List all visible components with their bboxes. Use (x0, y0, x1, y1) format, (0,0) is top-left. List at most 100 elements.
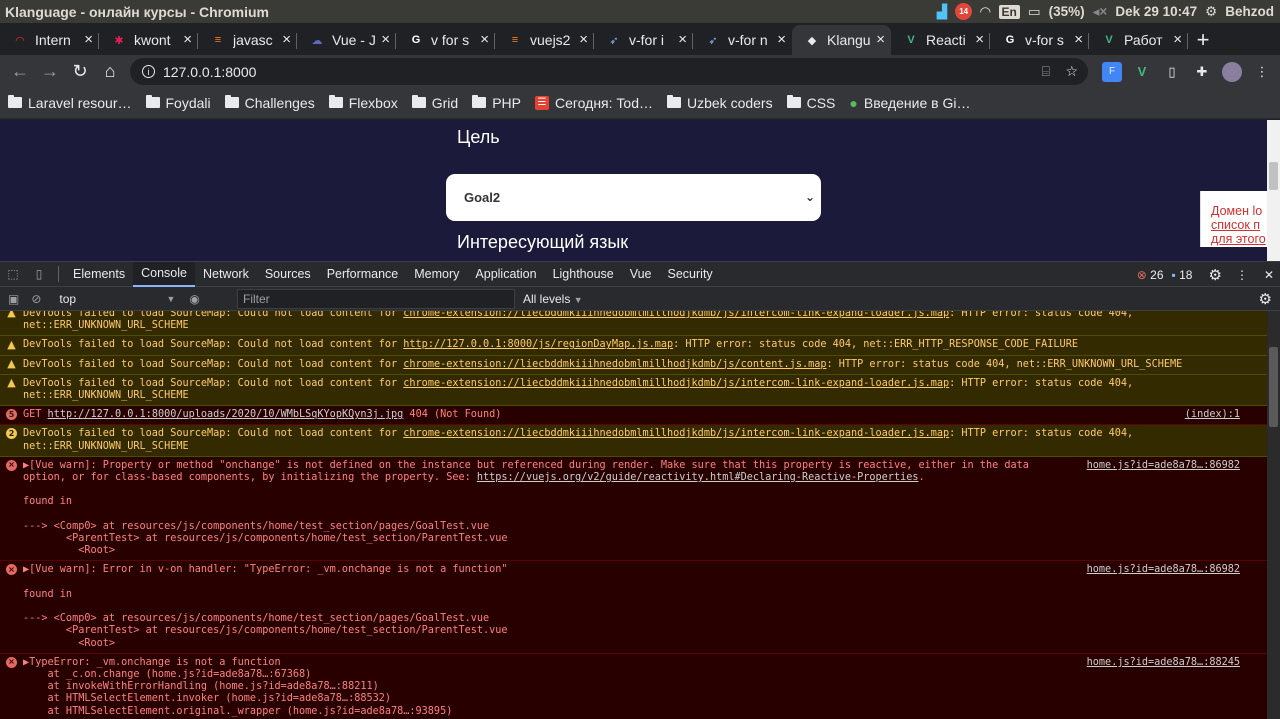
extension-vue-devtools-icon[interactable]: V (1132, 62, 1152, 82)
devtools-settings-gear-icon[interactable]: ⚙ (1208, 266, 1221, 284)
tab-close-icon[interactable]: × (480, 31, 489, 48)
tab-4[interactable]: Gv for s × (396, 25, 495, 55)
tab-close-icon[interactable]: × (84, 31, 93, 48)
bookmark-item[interactable]: Challenges (224, 95, 315, 111)
bookmark-item[interactable]: PHP (472, 95, 521, 111)
message-link[interactable]: http://127.0.0.1:8000/uploads/2020/10/WM… (48, 409, 404, 420)
devtools-tab-security[interactable]: Security (660, 262, 721, 287)
message-link[interactable]: http://127.0.0.1:8000/js/regionDayMap.js… (403, 339, 673, 350)
tab-1[interactable]: ✱ kwont × (99, 25, 198, 55)
console-message[interactable]: ▲ DevTools failed to load SourceMap: Coul… (0, 336, 1267, 356)
console-message[interactable]: × ▶TypeError: _vm.onchange is not a funct… (0, 653, 1267, 719)
settings-gear-icon[interactable]: ⚙ (1205, 4, 1217, 20)
volume-icon[interactable]: ◂× (1093, 4, 1108, 20)
new-tab-button[interactable]: + (1188, 25, 1218, 55)
device-toolbar-icon[interactable]: ▯ (26, 262, 52, 287)
username[interactable]: Behzod (1225, 4, 1274, 19)
datetime[interactable]: Dek 29 10:47 (1115, 4, 1197, 19)
bookmark-item[interactable]: Flexbox (328, 95, 398, 111)
console-filter-input[interactable]: Filter (237, 289, 515, 309)
battery-percent[interactable]: (35%) (1049, 4, 1085, 19)
message-link[interactable]: chrome-extension://liecbddmkiiihnedobmlm… (403, 359, 826, 370)
console-message[interactable]: ▲ DevTools failed to load SourceMap: Coul… (0, 374, 1267, 407)
context-selector[interactable]: top ▼ (55, 289, 183, 309)
tab-close-icon[interactable]: × (1173, 31, 1182, 48)
console-scrollbar-thumb[interactable] (1269, 347, 1278, 427)
tab-close-icon[interactable]: × (282, 31, 291, 48)
tab-10[interactable]: Gv-for s × (990, 25, 1089, 55)
devtools-tab-lighthouse[interactable]: Lighthouse (545, 262, 622, 287)
popup-line-3[interactable]: для этого (1211, 232, 1270, 246)
message-link[interactable]: chrome-extension://liecbddmkiiihnedobmlm… (403, 428, 949, 439)
popup-line-2[interactable]: список п (1211, 218, 1270, 232)
devtools-tab-elements[interactable]: Elements (65, 262, 133, 287)
tab-2[interactable]: ≡ javasc × (198, 25, 297, 55)
reload-button[interactable]: ↻ (65, 56, 95, 86)
devtools-tab-memory[interactable]: Memory (406, 262, 467, 287)
extensions-puzzle-icon[interactable]: ✚ (1192, 62, 1212, 82)
forward-button[interactable]: → (35, 56, 65, 86)
message-source-link[interactable]: home.js?id=ade8a78…:86982 (1087, 460, 1240, 472)
bookmark-item[interactable]: Foydali (145, 95, 211, 111)
page-scrollbar[interactable] (1267, 120, 1280, 261)
back-button[interactable]: ← (5, 56, 35, 86)
bookmark-item[interactable]: Uzbek coders (667, 95, 773, 111)
tab-close-icon[interactable]: × (876, 31, 885, 48)
log-levels-dropdown[interactable]: All levels ▼ (523, 292, 583, 306)
inspect-element-icon[interactable]: ⬚ (0, 262, 26, 287)
address-url[interactable]: 127.0.0.1:8000 (163, 64, 256, 80)
devtools-tab-vue[interactable]: Vue (622, 262, 660, 287)
domain-popup[interactable]: Домен lo список п для этого (1200, 191, 1270, 247)
profile-avatar[interactable] (1222, 61, 1242, 82)
notification-icon[interactable]: 14 (955, 3, 973, 20)
console-message[interactable]: 2 DevTools failed to load SourceMap: Coul… (0, 425, 1267, 457)
message-source-link[interactable]: home.js?id=ade8a78…:88245 (1087, 657, 1240, 669)
clear-console-icon[interactable]: ⊘ (31, 292, 41, 306)
console-settings-gear-icon[interactable]: ⚙ (1259, 290, 1272, 308)
bookmark-item[interactable]: Grid (411, 95, 458, 111)
devtools-tab-application[interactable]: Application (467, 262, 544, 287)
keyboard-layout[interactable]: En (998, 4, 1020, 19)
sidebar-toggle-icon[interactable]: ▣ (8, 292, 19, 306)
tab-6[interactable]: ➶ v-for i × (594, 25, 693, 55)
bookmark-item[interactable]: ● Введение в Gi… (849, 95, 970, 111)
tab-close-icon[interactable]: × (678, 31, 687, 48)
devtools-menu-icon[interactable]: ⋮ (1236, 268, 1248, 282)
console-message[interactable]: ▲ DevTools failed to load SourceMap: Coul… (0, 355, 1267, 375)
console-scrollbar[interactable] (1267, 311, 1280, 719)
warning-count-badge[interactable]: ▪ 18 (1172, 268, 1193, 282)
error-count-badge[interactable]: ⊗ 26 (1137, 268, 1164, 282)
network-activity-icon[interactable]: ▟ (937, 4, 947, 20)
tab-close-icon[interactable]: × (1074, 31, 1083, 48)
wifi-icon[interactable]: ◠ (980, 4, 990, 20)
devtools-tab-sources[interactable]: Sources (257, 262, 319, 287)
message-link[interactable]: chrome-extension://liecbddmkiiihnedobmlm… (403, 378, 949, 389)
page-scrollbar-thumb[interactable] (1269, 162, 1278, 190)
menu-kebab-icon[interactable]: ⋮ (1252, 62, 1272, 82)
tab-3[interactable]: ☁ Vue - J × (297, 25, 396, 55)
devtools-close-icon[interactable]: ✕ (1264, 268, 1274, 282)
tab-9[interactable]: V Reacti × (891, 25, 990, 55)
bookmark-item[interactable]: Laravel resour… (8, 95, 132, 111)
bookmark-item[interactable]: CSS (786, 95, 835, 111)
live-expression-eye-icon[interactable]: ◉ (189, 292, 199, 306)
message-source-link[interactable]: (index):1 (1185, 409, 1240, 421)
devtools-tab-performance[interactable]: Performance (319, 262, 407, 287)
extension-phone-icon[interactable]: ▯ (1162, 62, 1182, 82)
tab-close-icon[interactable]: × (975, 31, 984, 48)
bookmark-item[interactable]: ☰ Сегодня: Tod… (534, 95, 653, 111)
tab-close-icon[interactable]: × (777, 31, 786, 48)
message-link[interactable]: chrome-extension://liecbddmkiiihnedobmlm… (403, 311, 949, 319)
tab-close-icon[interactable]: × (579, 31, 588, 48)
devtools-tab-network[interactable]: Network (195, 262, 257, 287)
console-message[interactable]: × ▶[Vue warn]: Property or method "onchan… (0, 456, 1267, 562)
bookmark-star-icon[interactable]: ☆ (1065, 63, 1078, 80)
tab-8[interactable]: ◆ Klangu × (792, 25, 891, 55)
tab-close-icon[interactable]: × (381, 31, 390, 48)
goal-select[interactable]: Goal2 ⌄ (446, 174, 821, 221)
console-message[interactable]: × ▶[Vue warn]: Error in v-on handler: "Ty… (0, 561, 1267, 654)
tab-close-icon[interactable]: × (183, 31, 192, 48)
message-link[interactable]: https://vuejs.org/v2/guide/reactivity.ht… (477, 472, 919, 483)
devtools-tab-console[interactable]: Console (133, 261, 195, 287)
tab-0[interactable]: ◠ Intern × (0, 25, 99, 55)
